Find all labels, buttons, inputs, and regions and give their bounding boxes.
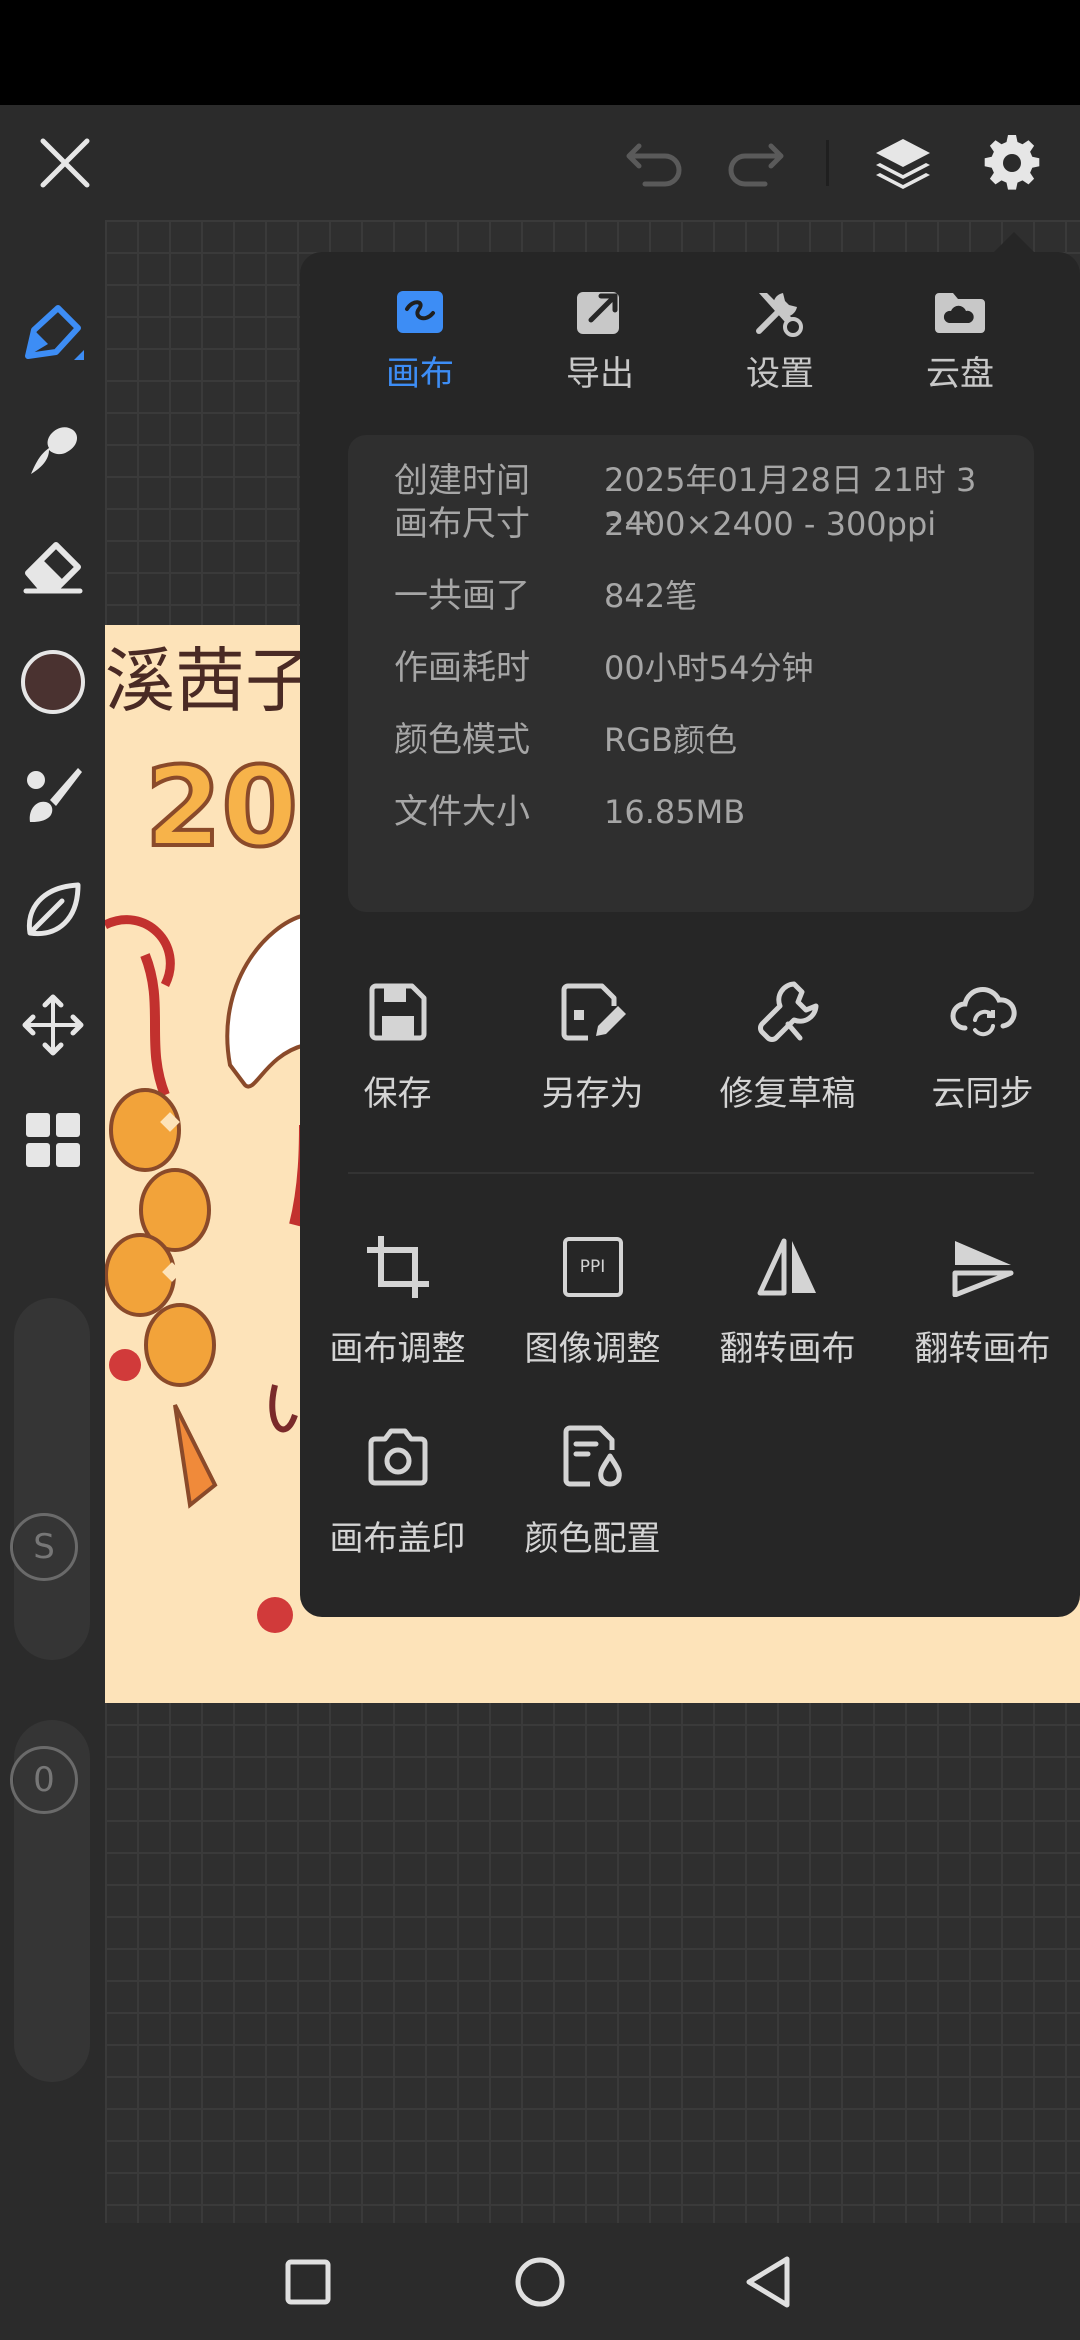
wrench-icon [757, 981, 818, 1042]
smudge-tool[interactable] [0, 405, 105, 495]
brush-size-slider[interactable]: S [10, 1298, 90, 1660]
undo-button[interactable] [615, 105, 695, 220]
selection-tool[interactable] [0, 865, 105, 955]
cloud-sync-button[interactable]: 云同步 [885, 972, 1080, 1152]
settings-tools-icon [756, 293, 803, 337]
info-label: 画布尺寸 [394, 504, 530, 544]
info-label: 颜色模式 [394, 720, 530, 760]
eraser-tool[interactable] [0, 520, 105, 610]
redo-icon [728, 143, 784, 186]
save-as-icon [561, 983, 626, 1041]
flip-vertical-icon [952, 1241, 1013, 1297]
brush-icon [26, 768, 82, 822]
info-row-size: 画布尺寸 2400×2400 - 300ppi [348, 488, 1034, 560]
popup-pointer [992, 232, 1036, 254]
square-icon [285, 2259, 331, 2304]
eraser-icon [23, 542, 82, 594]
tab-cloud-drive[interactable]: 云盘 [885, 282, 1035, 402]
svg-text:20: 20 [145, 743, 298, 871]
gear-icon [984, 134, 1040, 190]
camera-icon [368, 1428, 427, 1486]
back-button[interactable] [708, 2223, 828, 2340]
opacity-slider[interactable]: 0 [10, 1720, 90, 2082]
info-value: 00小时54分钟 [604, 649, 814, 687]
toolbar-divider [826, 140, 829, 186]
home-button[interactable] [480, 2223, 600, 2340]
back-triangle-icon [746, 2256, 790, 2307]
save-as-button[interactable]: 另存为 [495, 972, 690, 1152]
svg-text:溪茜子: 溪茜子 [105, 640, 315, 722]
layers-icon [876, 138, 930, 189]
flip-horizontal-button[interactable]: 翻转画布 [690, 1227, 885, 1407]
export-icon [577, 292, 619, 334]
canvas-info-card: 创建时间 2025年01月28日 21时 33分 画布尺寸 2400×2400 … [348, 435, 1034, 912]
info-value: 842笔 [604, 577, 698, 615]
crop-icon [366, 1236, 429, 1298]
system-navigation-bar [0, 2223, 1080, 2340]
info-value: 2400×2400 - 300ppi [604, 505, 937, 543]
color-profile-icon [563, 1425, 622, 1487]
brush-tool[interactable] [0, 750, 105, 840]
canvas-adjust-button[interactable]: 画布调整 [300, 1227, 495, 1407]
smudge-icon [30, 427, 77, 474]
cloud-folder-icon [935, 293, 985, 333]
move-tool[interactable] [0, 980, 105, 1070]
close-icon [40, 138, 90, 187]
image-adjust-button[interactable]: PPI 图像调整 [495, 1227, 690, 1407]
info-row-file-size: 文件大小 16.85MB [348, 776, 1034, 848]
status-bar [0, 0, 1080, 105]
move-icon [22, 994, 83, 1056]
layers-button[interactable] [858, 105, 948, 220]
cloud-sync-icon [950, 987, 1017, 1037]
brush-size-knob[interactable]: S [10, 1513, 78, 1581]
info-value: RGB颜色 [604, 721, 737, 759]
top-toolbar [0, 105, 1080, 220]
canvas-icon [397, 291, 443, 333]
circle-icon [515, 2257, 565, 2306]
lasso-leaf-icon [26, 882, 80, 937]
info-label: 一共画了 [394, 576, 530, 616]
opacity-knob[interactable]: 0 [10, 1746, 78, 1814]
repair-draft-button[interactable]: 修复草稿 [690, 972, 885, 1152]
undo-icon [626, 143, 682, 186]
tab-settings[interactable]: 设置 [705, 282, 855, 402]
save-icon [369, 983, 426, 1041]
info-value: 16.85MB [604, 793, 746, 831]
close-button[interactable] [20, 105, 110, 220]
section-divider [348, 1172, 1034, 1174]
more-tools[interactable] [0, 1095, 105, 1185]
info-label: 文件大小 [394, 792, 530, 832]
tab-canvas[interactable]: 画布 [345, 282, 495, 402]
flip-vertical-button[interactable]: 翻转画布 [885, 1227, 1080, 1407]
info-label: 作画耗时 [394, 648, 530, 688]
recent-apps-button[interactable] [248, 2223, 368, 2340]
canvas-stamp-button[interactable]: 画布盖印 [300, 1417, 495, 1597]
pen-icon [24, 305, 84, 360]
current-color-swatch [20, 650, 85, 714]
ppi-icon: PPI [562, 1237, 623, 1297]
pen-tool[interactable] [0, 290, 105, 380]
flip-horizontal-icon [757, 1238, 816, 1296]
color-picker[interactable] [0, 637, 105, 727]
left-toolbar: S 0 [0, 220, 105, 2223]
redo-button[interactable] [715, 105, 795, 220]
info-row-color-mode: 颜色模式 RGB颜色 [348, 704, 1034, 776]
settings-button[interactable] [967, 105, 1057, 220]
grid-apps-icon [25, 1113, 80, 1167]
canvas-menu-popup: 画布 导出 设置 云盘 创建时间 2025年01月28日 21时 3 画布尺寸 … [300, 252, 1080, 1617]
save-button[interactable]: 保存 [300, 972, 495, 1152]
color-profile-button[interactable]: 颜色配置 [495, 1417, 690, 1597]
info-row-strokes: 一共画了 842笔 [348, 560, 1034, 632]
tab-export[interactable]: 导出 [525, 282, 675, 402]
info-row-duration: 作画耗时 00小时54分钟 [348, 632, 1034, 704]
